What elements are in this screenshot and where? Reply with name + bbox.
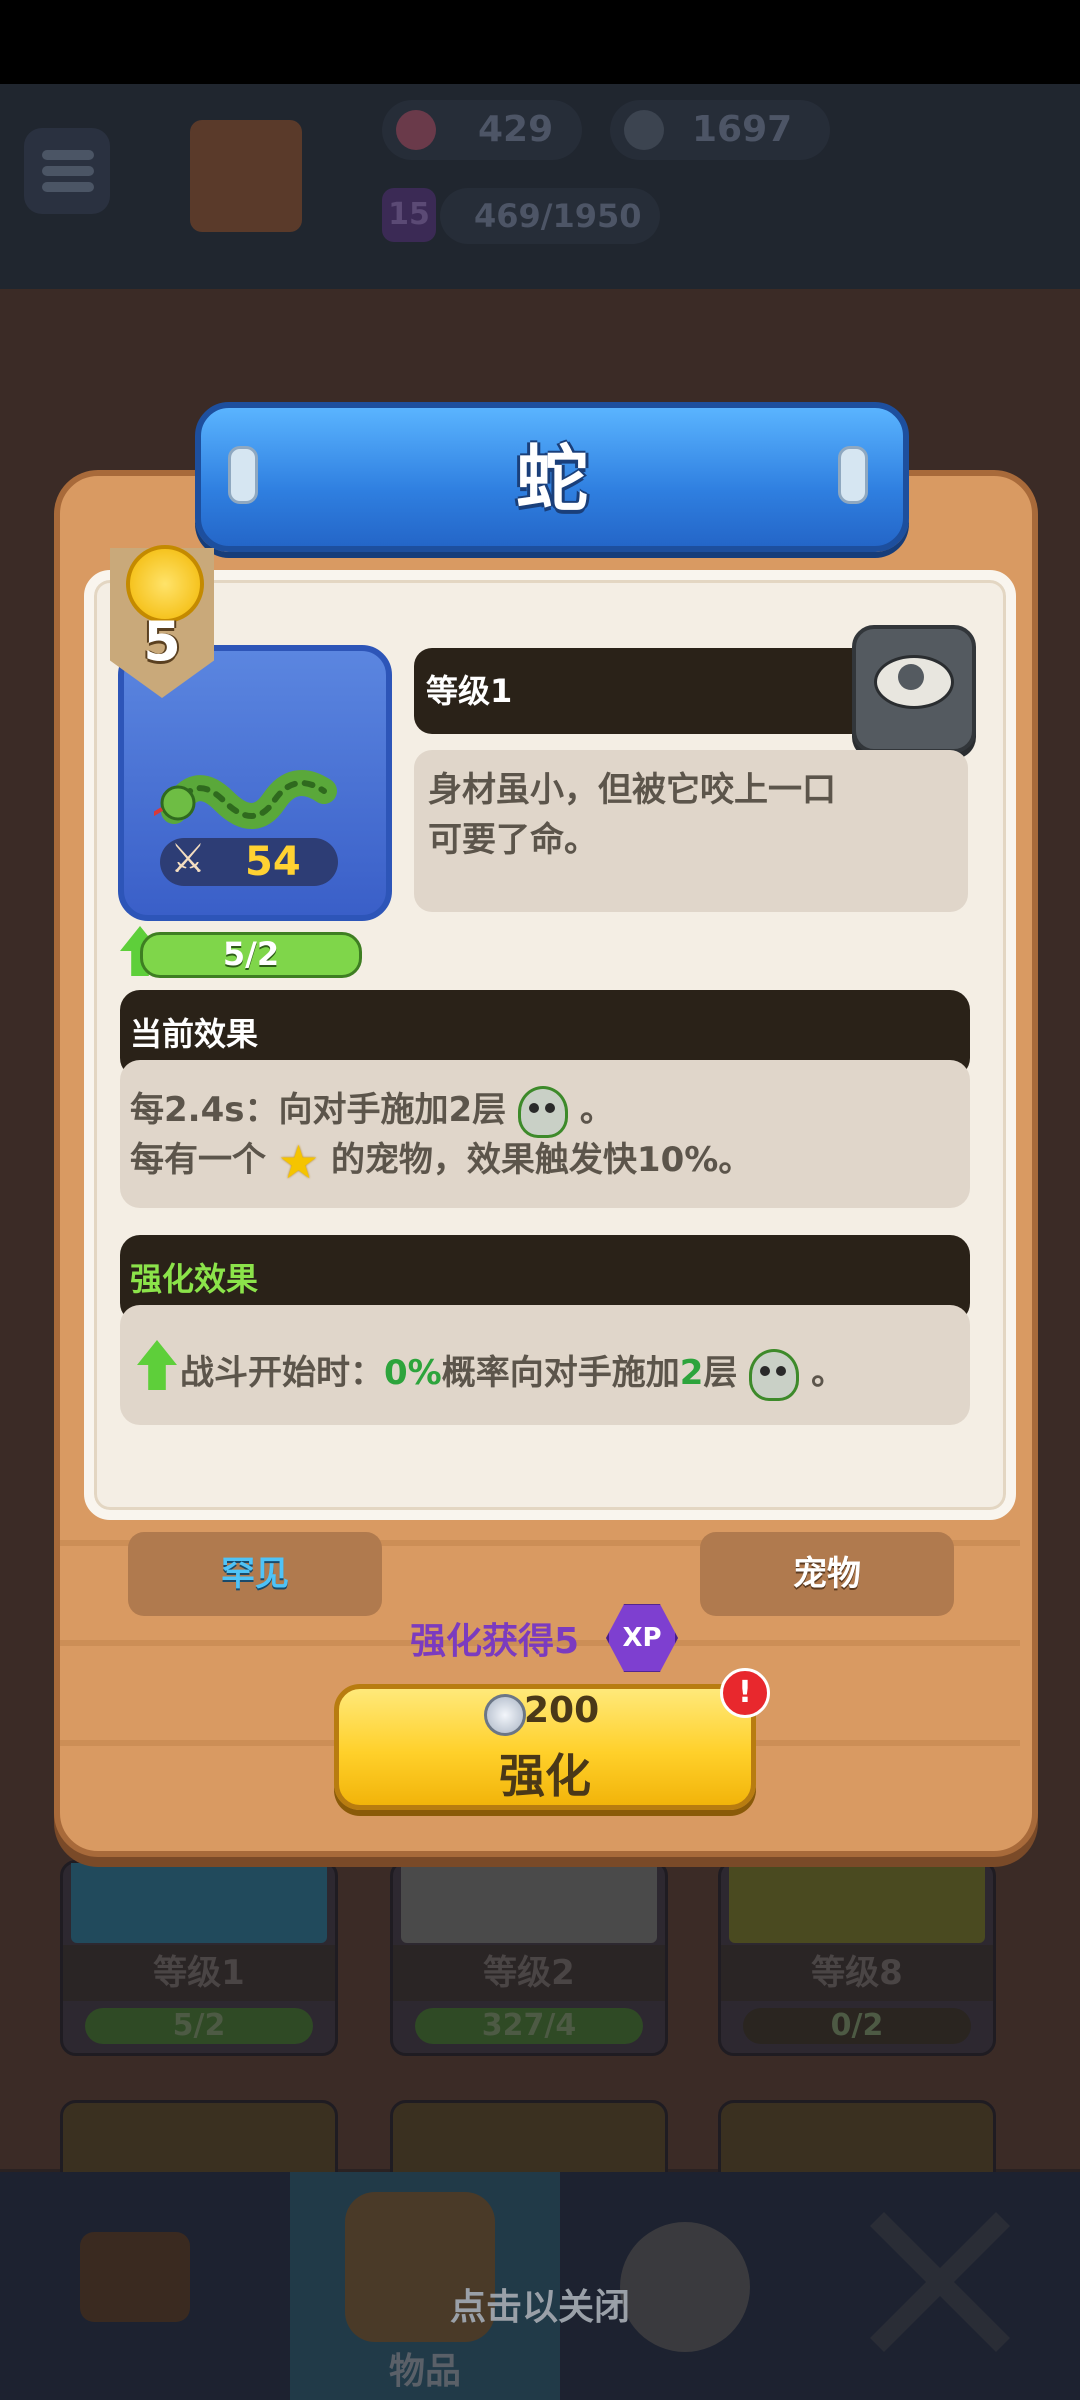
current-effect-line-2: 每有一个 ★ 的宠物，效果触发快10%。 [130, 1132, 752, 1189]
effect-chance: 0% [384, 1353, 442, 1393]
effect-text: 每有一个 [130, 1140, 266, 1180]
tier-number: 5 [143, 610, 181, 673]
nav-items-label: 物品 [388, 2351, 461, 2392]
menu-icon[interactable] [24, 128, 110, 214]
player-avatar[interactable] [190, 120, 302, 232]
current-effect-line-1: 每2.4s：向对手施加2层 。 [130, 1082, 614, 1138]
silver-coin-icon [624, 110, 664, 150]
card-progress: 327/4 [415, 2008, 643, 2044]
card-progress: 5/2 [85, 2008, 313, 2044]
skull-poison-icon [517, 1085, 568, 1138]
upgrade-cost: 200 [524, 1690, 600, 1731]
crossed-swords-icon: ⚔ [170, 836, 206, 882]
effect-text: 。 [811, 1353, 846, 1393]
upgrade-effect-line: 战斗开始时：0%概率向对手施加2层 。 [180, 1345, 845, 1401]
xp-progress-pill: 469/1950 [440, 188, 660, 244]
gem-icon [396, 110, 436, 150]
background-card: 等级2 327/4 [390, 1860, 668, 2056]
upgrade-effect-title: 强化效果 [130, 1260, 259, 1298]
effect-text: 概率向对手施加 [441, 1353, 680, 1393]
star-icon: ★ [277, 1134, 320, 1189]
skull-poison-icon [749, 1348, 800, 1401]
pet-description: 身材虽小，但被它咬上一口可要了命。 [428, 770, 836, 860]
card-level-label: 等级2 [393, 1945, 665, 2001]
xp-gain-label: 强化获得5 [410, 1621, 580, 1662]
pet-level-bar: 等级1 [414, 648, 884, 734]
effect-stacks: 2 [679, 1353, 704, 1393]
rarity-tag: 罕见 [128, 1532, 382, 1616]
upgrade-button-label: 强化 [499, 1749, 591, 1803]
silver-coin-icon [484, 1694, 526, 1736]
gems-value: 429 [478, 109, 554, 150]
silver-value: 1697 [692, 109, 793, 150]
status-bar [0, 0, 1080, 84]
tap-to-close-hint[interactable]: 点击以关闭 [0, 2278, 1080, 2330]
pet-name-title: 蛇 [515, 437, 588, 521]
background-card: 等级1 5/2 [60, 1860, 338, 2056]
silver-counter[interactable]: 1697 [610, 100, 830, 160]
type-tag: 宠物 [700, 1532, 954, 1616]
effect-text: 的宠物，效果触发快10%。 [330, 1140, 753, 1180]
effect-text: 战斗开始时： [180, 1353, 384, 1393]
alert-badge-icon: ! [720, 1668, 770, 1718]
effect-text: 。 [579, 1090, 614, 1130]
xp-progress-text: 469/1950 [474, 197, 642, 235]
effect-text: 每2.4s：向对手施加2层 [130, 1090, 507, 1130]
card-level-label: 等级8 [721, 1945, 993, 2001]
pet-power: 54 [245, 839, 301, 885]
background-card: 等级8 0/2 [718, 1860, 996, 2056]
effect-text: 层 [703, 1353, 738, 1393]
card-level-label: 等级1 [63, 1945, 335, 2001]
card-progress: 0/2 [743, 2008, 971, 2044]
eye-pupil [898, 664, 924, 690]
player-level-badge: 15 [382, 188, 436, 242]
gems-counter[interactable]: 429 [382, 100, 582, 160]
card-progress-text: 5/2 [222, 935, 280, 973]
